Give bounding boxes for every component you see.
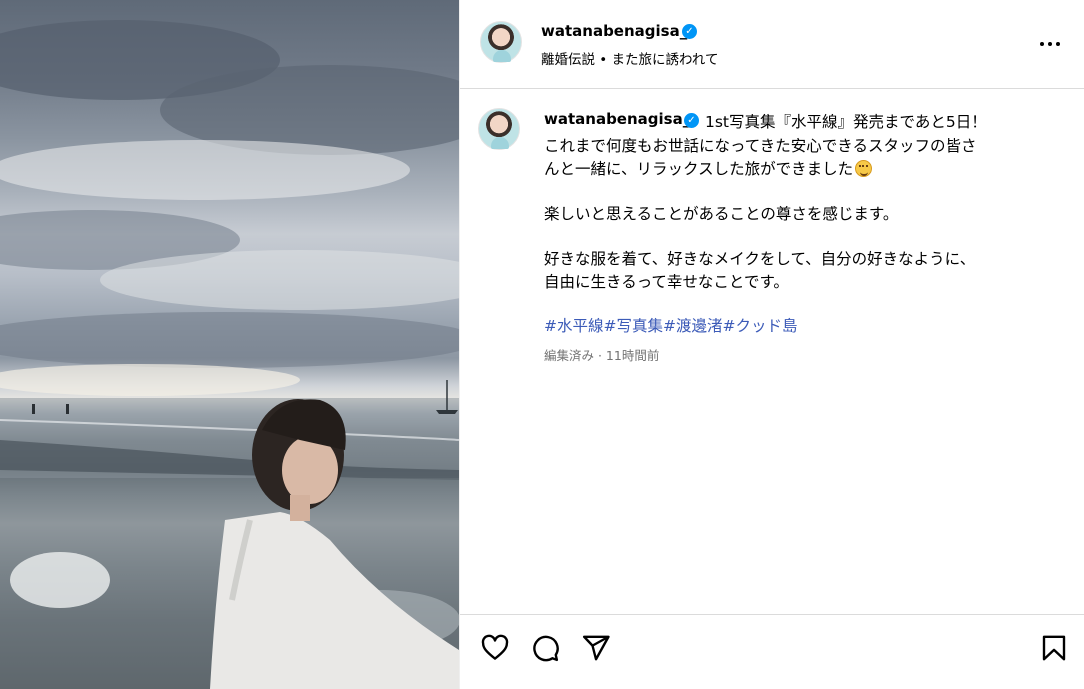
more-options-icon[interactable] <box>1037 30 1063 56</box>
post-photo[interactable] <box>0 0 459 689</box>
hashtag-link[interactable]: #水平線 <box>544 317 604 335</box>
share-icon[interactable] <box>581 633 611 663</box>
caption-line: これまで何度もお世話になってきた安心できるスタッフの皆さ <box>544 137 977 155</box>
caption-line: 好きな服を着て、好きなメイクをして、自分の好きなように、 <box>544 250 976 268</box>
comment-icon[interactable] <box>530 633 560 663</box>
caption-author-avatar[interactable] <box>478 108 520 150</box>
post-detail-panel: watanabenagisa_ ✓ 離婚伝説 • また旅に誘われて watana… <box>459 0 1084 689</box>
caption-line: 自由に生きるって幸せなことです。 <box>544 273 789 291</box>
post-header: watanabenagisa_ ✓ 離婚伝説 • また旅に誘われて <box>460 0 1084 89</box>
heart-icon[interactable] <box>480 633 510 663</box>
hashtag-link[interactable]: #写真集 <box>604 317 664 335</box>
hashtag-list: #水平線#写真集#渡邊渚#クッド島 <box>544 314 798 336</box>
beach-photo-illustration <box>0 20 459 689</box>
caption-line: んと一緒に、リラックスした旅ができました <box>544 157 873 179</box>
caption-section: watanabenagisa_ ✓ 1st写真集『水平線』発売まであと5日！ こ… <box>460 90 1084 614</box>
bookmark-icon[interactable] <box>1039 633 1069 663</box>
author-username[interactable]: watanabenagisa_ <box>541 22 687 40</box>
caption-username[interactable]: watanabenagisa_ <box>544 110 690 128</box>
caption-line: 1st写真集『水平線』発売まであと5日！ <box>705 113 987 131</box>
action-bar <box>460 614 1084 689</box>
hashtag-link[interactable]: #クッド島 <box>723 317 798 335</box>
hashtag-link[interactable]: #渡邊渚 <box>663 317 723 335</box>
verified-badge-icon: ✓ <box>682 24 697 39</box>
caption-line: 楽しいと思えることがあることの尊さを感じます。 <box>544 205 899 223</box>
author-avatar[interactable] <box>480 21 522 63</box>
post-subtitle[interactable]: 離婚伝説 • また旅に誘われて <box>541 48 718 68</box>
verified-badge-icon: ✓ <box>684 113 699 128</box>
edited-timestamp: 編集済み · 11時間前 <box>544 348 660 363</box>
smiling-face-emoji-icon <box>855 160 873 177</box>
